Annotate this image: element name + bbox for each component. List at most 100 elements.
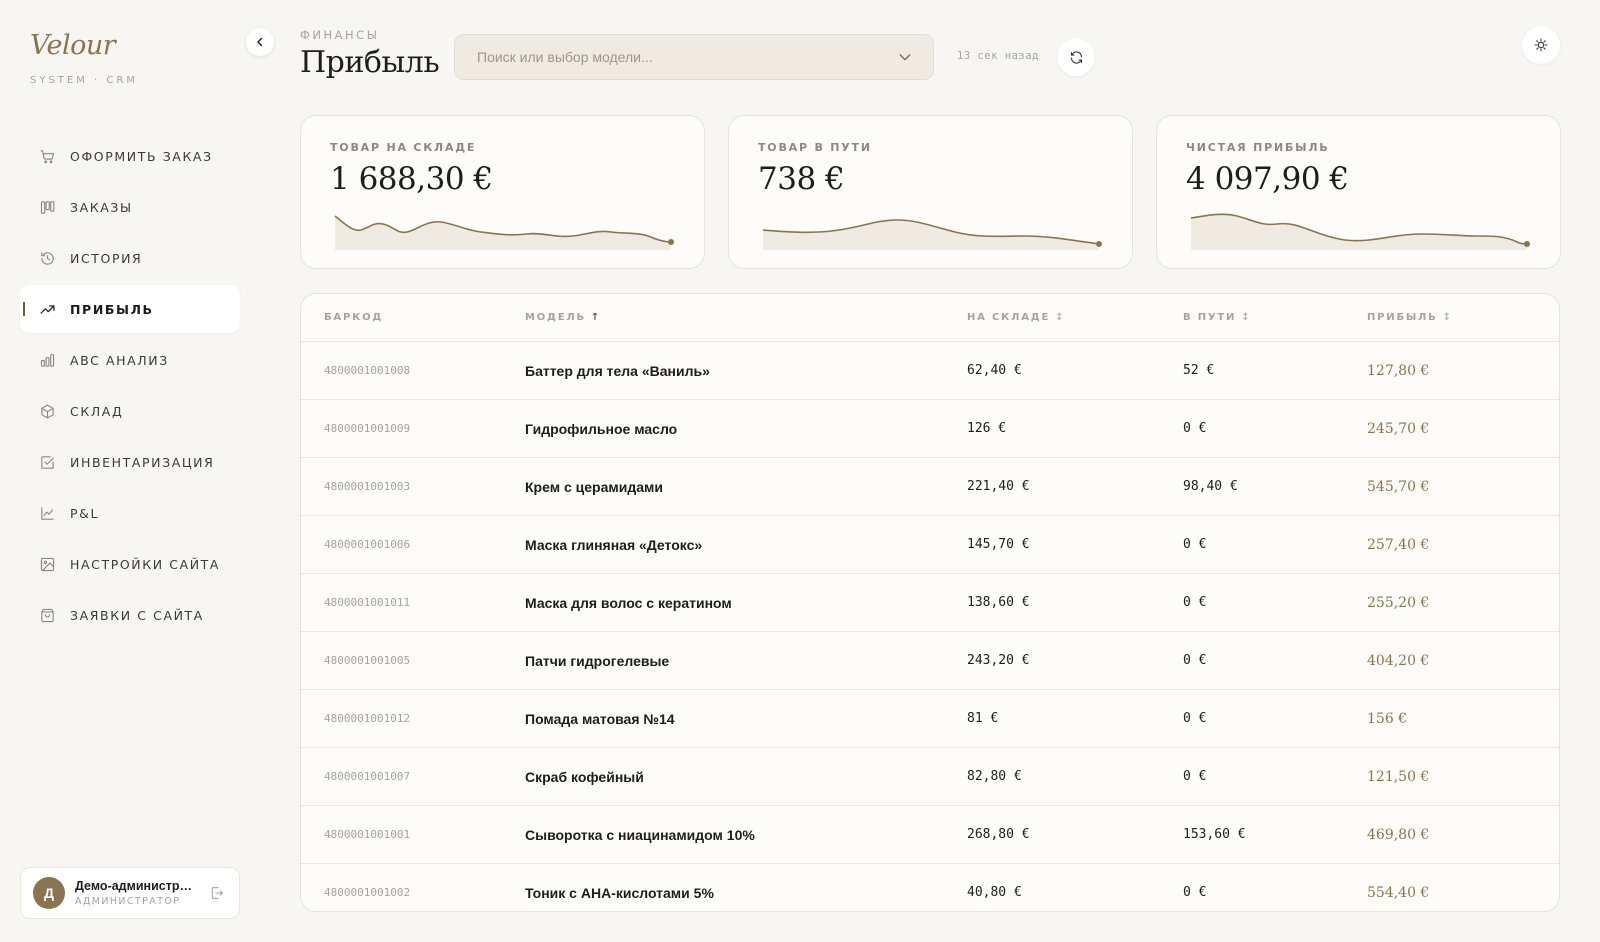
- stat-label: ТОВАР НА СКЛАДЕ: [330, 141, 477, 154]
- cell-model: Тоник с AHA-кислотами 5%: [525, 884, 714, 901]
- sort-icon: ↕: [1055, 312, 1066, 323]
- sidebar-item-label: ЗАЯВКИ С САЙТА: [70, 607, 204, 623]
- search-input[interactable]: [477, 49, 897, 65]
- logout-icon[interactable]: [209, 885, 225, 901]
- sidebar-item-site-settings[interactable]: НАСТРОЙКИ САЙТА: [20, 540, 240, 588]
- table-row[interactable]: 4800001001012 Помада матовая №14 81 € 0 …: [301, 690, 1559, 748]
- column-transit[interactable]: В ПУТИ ↕: [1183, 312, 1367, 323]
- brand-subtitle: SYSTEM · CRM: [30, 75, 138, 86]
- cell-barcode: 4800001001003: [324, 480, 411, 493]
- brand-logo[interactable]: Velour: [30, 30, 116, 61]
- sidebar-item-label: СКЛАД: [70, 403, 124, 419]
- sidebar-item-label: ЗАКАЗЫ: [70, 199, 133, 215]
- cell-barcode: 4800001001005: [324, 654, 411, 667]
- theme-toggle-button[interactable]: [1522, 26, 1560, 64]
- sort-asc-icon: ↑: [590, 312, 602, 323]
- cell-profit: 156 €: [1367, 710, 1408, 727]
- table-header: БАРКОД МОДЕЛЬ ↑ НА СКЛАДЕ ↕ В ПУТИ ↕ ПРИБЫЛ…: [301, 294, 1559, 342]
- sidebar-nav: ОФОРМИТЬ ЗАКАЗ ЗАКАЗЫ ИСТОРИЯ ПРИБЫЛЬ AB…: [20, 132, 240, 642]
- model-search[interactable]: [454, 34, 934, 80]
- sidebar-item-label: НАСТРОЙКИ САЙТА: [70, 556, 221, 572]
- sidebar-item-label: P&L: [70, 505, 100, 521]
- stat-value: 738 €: [758, 161, 845, 197]
- cell-barcode: 4800001001011: [324, 596, 411, 609]
- sun-icon: [1534, 38, 1548, 52]
- stat-label: ЧИСТАЯ ПРИБЫЛЬ: [1186, 141, 1330, 154]
- image-icon: [38, 555, 56, 573]
- cell-transit: 0 €: [1183, 769, 1207, 784]
- column-barcode[interactable]: БАРКОД: [301, 312, 525, 323]
- trending-up-icon: [38, 300, 56, 318]
- bar-chart-icon: [38, 351, 56, 369]
- cell-model: Баттер для тела «Ваниль»: [525, 362, 710, 379]
- table-row[interactable]: 4800001001005 Патчи гидрогелевые 243,20 …: [301, 632, 1559, 690]
- cell-transit: 0 €: [1183, 653, 1207, 668]
- collapse-sidebar-button[interactable]: [246, 28, 274, 56]
- column-model[interactable]: МОДЕЛЬ ↑: [525, 312, 967, 323]
- cell-profit: 554,40 €: [1367, 884, 1430, 901]
- table-row[interactable]: 4800001001001 Сыворотка с ниацинамидом 1…: [301, 806, 1559, 864]
- cell-barcode: 4800001001007: [324, 770, 411, 783]
- cell-transit: 0 €: [1183, 537, 1207, 552]
- sidebar-item-profit[interactable]: ПРИБЫЛЬ: [20, 285, 240, 333]
- table-row[interactable]: 4800001001003 Крем с церамидами 221,40 €…: [301, 458, 1559, 516]
- sidebar-item-label: ИСТОРИЯ: [70, 250, 143, 266]
- kanban-icon: [38, 198, 56, 216]
- column-profit[interactable]: ПРИБЫЛЬ ↕: [1367, 312, 1557, 323]
- cell-profit: 257,40 €: [1367, 536, 1430, 553]
- stat-card-transit: ТОВАР В ПУТИ 738 €: [728, 115, 1133, 269]
- chevron-down-icon[interactable]: [897, 49, 913, 65]
- sidebar-item-label: ABC АНАЛИЗ: [70, 352, 169, 368]
- cell-profit: 245,70 €: [1367, 420, 1430, 437]
- sort-icon: ↕: [1241, 312, 1252, 323]
- cart-icon: [38, 147, 56, 165]
- cell-transit: 0 €: [1183, 421, 1207, 436]
- table-row[interactable]: 4800001001007 Скраб кофейный 82,80 € 0 €…: [301, 748, 1559, 806]
- cell-model: Патчи гидрогелевые: [525, 652, 670, 669]
- sidebar-item-label: ОФОРМИТЬ ЗАКАЗ: [70, 148, 213, 164]
- sidebar-item-inventory[interactable]: ИНВЕНТАРИЗАЦИЯ: [20, 438, 240, 486]
- cell-profit: 404,20 €: [1367, 652, 1430, 669]
- sidebar-item-new-order[interactable]: ОФОРМИТЬ ЗАКАЗ: [20, 132, 240, 180]
- cell-stock: 221,40 €: [967, 479, 1030, 494]
- cell-barcode: 4800001001009: [324, 422, 411, 435]
- sparkline-transit: [762, 219, 1102, 250]
- sidebar-item-history[interactable]: ИСТОРИЯ: [20, 234, 240, 282]
- column-stock[interactable]: НА СКЛАДЕ ↕: [967, 312, 1183, 323]
- cell-stock: 145,70 €: [967, 537, 1030, 552]
- page-title: Прибыль: [300, 45, 440, 80]
- shopping-bag-icon: [38, 606, 56, 624]
- sidebar-item-label: ПРИБЫЛЬ: [70, 301, 154, 317]
- cell-stock: 40,80 €: [967, 885, 1022, 900]
- sparkline-net-profit: [1190, 213, 1530, 250]
- sidebar-item-pnl[interactable]: P&L: [20, 489, 240, 537]
- table-row[interactable]: 4800001001011 Маска для волос с кератино…: [301, 574, 1559, 632]
- stat-label: ТОВАР В ПУТИ: [758, 141, 872, 154]
- last-updated: 13 сек назад: [957, 50, 1039, 62]
- refresh-button[interactable]: [1057, 38, 1095, 76]
- cell-model: Крем с церамидами: [525, 478, 663, 495]
- cell-profit: 121,50 €: [1367, 768, 1430, 785]
- column-label: БАРКОД: [324, 312, 384, 323]
- sidebar-item-warehouse[interactable]: СКЛАД: [20, 387, 240, 435]
- table-row[interactable]: 4800001001006 Маска глиняная «Детокс» 14…: [301, 516, 1559, 574]
- cell-profit: 469,80 €: [1367, 826, 1430, 843]
- breadcrumb: ФИНАНСЫ: [300, 28, 380, 42]
- stat-card-net-profit: ЧИСТАЯ ПРИБЫЛЬ 4 097,90 €: [1156, 115, 1561, 269]
- cell-model: Гидрофильное масло: [525, 420, 678, 437]
- sidebar-item-site-requests[interactable]: ЗАЯВКИ С САЙТА: [20, 591, 240, 639]
- checkbox-icon: [38, 453, 56, 471]
- sidebar-item-abc-analysis[interactable]: ABC АНАЛИЗ: [20, 336, 240, 384]
- table-row[interactable]: 4800001001008 Баттер для тела «Ваниль» 6…: [301, 342, 1559, 400]
- cell-profit: 127,80 €: [1367, 362, 1430, 379]
- table-row[interactable]: 4800001001009 Гидрофильное масло 126 € 0…: [301, 400, 1559, 458]
- cell-transit: 52 €: [1183, 363, 1215, 378]
- user-card[interactable]: Д Демо-администра... АДМИНИСТРАТОР: [20, 867, 240, 919]
- cell-profit: 545,70 €: [1367, 478, 1430, 495]
- chevron-left-icon: [257, 37, 263, 47]
- table-row[interactable]: 4800001001002 Тоник с AHA-кислотами 5% 4…: [301, 864, 1559, 911]
- cell-stock: 138,60 €: [967, 595, 1030, 610]
- column-label: ПРИБЫЛЬ: [1367, 312, 1438, 323]
- cell-stock: 126 €: [967, 421, 1007, 436]
- sidebar-item-orders[interactable]: ЗАКАЗЫ: [20, 183, 240, 231]
